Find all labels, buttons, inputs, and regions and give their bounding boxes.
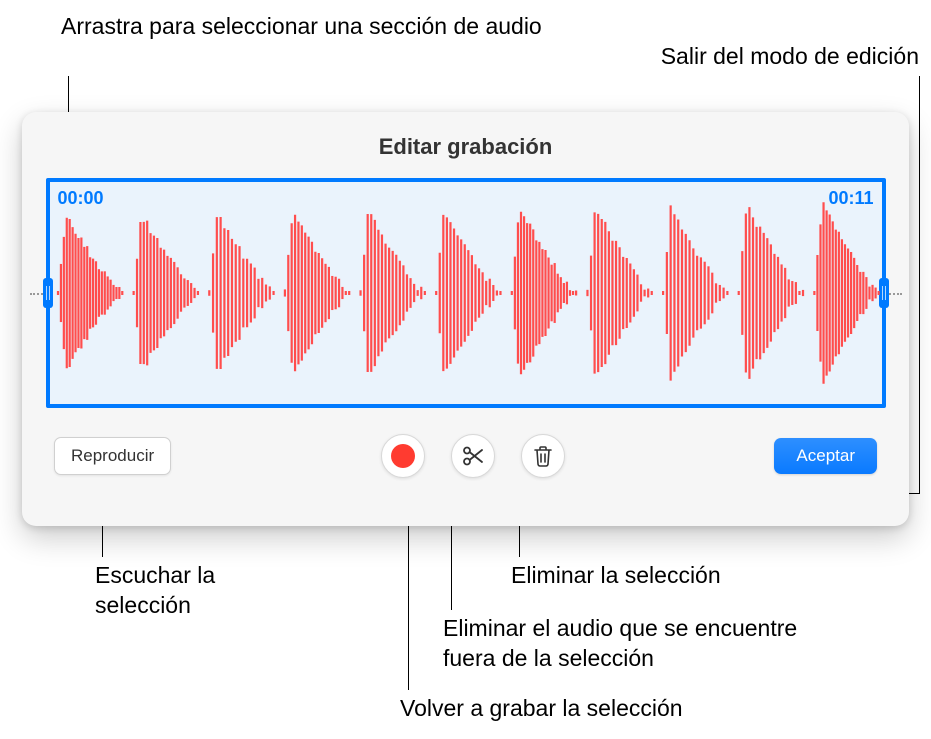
scissors-icon (461, 444, 485, 468)
callout-listen: Escuchar la selección (95, 561, 295, 621)
callout-line (919, 76, 920, 494)
callout-line (451, 512, 452, 610)
callout-rerecord: Volver a grabar la selección (400, 694, 683, 724)
panel-title: Editar grabación (44, 134, 887, 160)
accept-button[interactable]: Aceptar (774, 438, 877, 474)
toolbar: Reproducir Aceptar (44, 434, 887, 478)
callout-drag-select: Arrastra para seleccionar una sección de… (61, 12, 542, 42)
waveform-selection-area[interactable]: 00:00 00:11 (46, 178, 886, 408)
trash-icon (532, 444, 554, 468)
callout-line (408, 512, 409, 690)
callout-exit-edit: Salir del modo de edición (661, 42, 919, 72)
waveform-display (50, 182, 882, 404)
record-icon (391, 444, 415, 468)
callout-trim-outside: Eliminar el audio que se encuentre fuera… (443, 614, 823, 674)
center-button-group (381, 434, 565, 478)
record-button[interactable] (381, 434, 425, 478)
delete-button[interactable] (521, 434, 565, 478)
callout-delete: Eliminar la selección (511, 561, 721, 591)
edit-recording-panel: Editar grabación 00:00 00:11 Reproducir (22, 112, 909, 526)
play-button[interactable]: Reproducir (54, 437, 171, 475)
trim-button[interactable] (451, 434, 495, 478)
